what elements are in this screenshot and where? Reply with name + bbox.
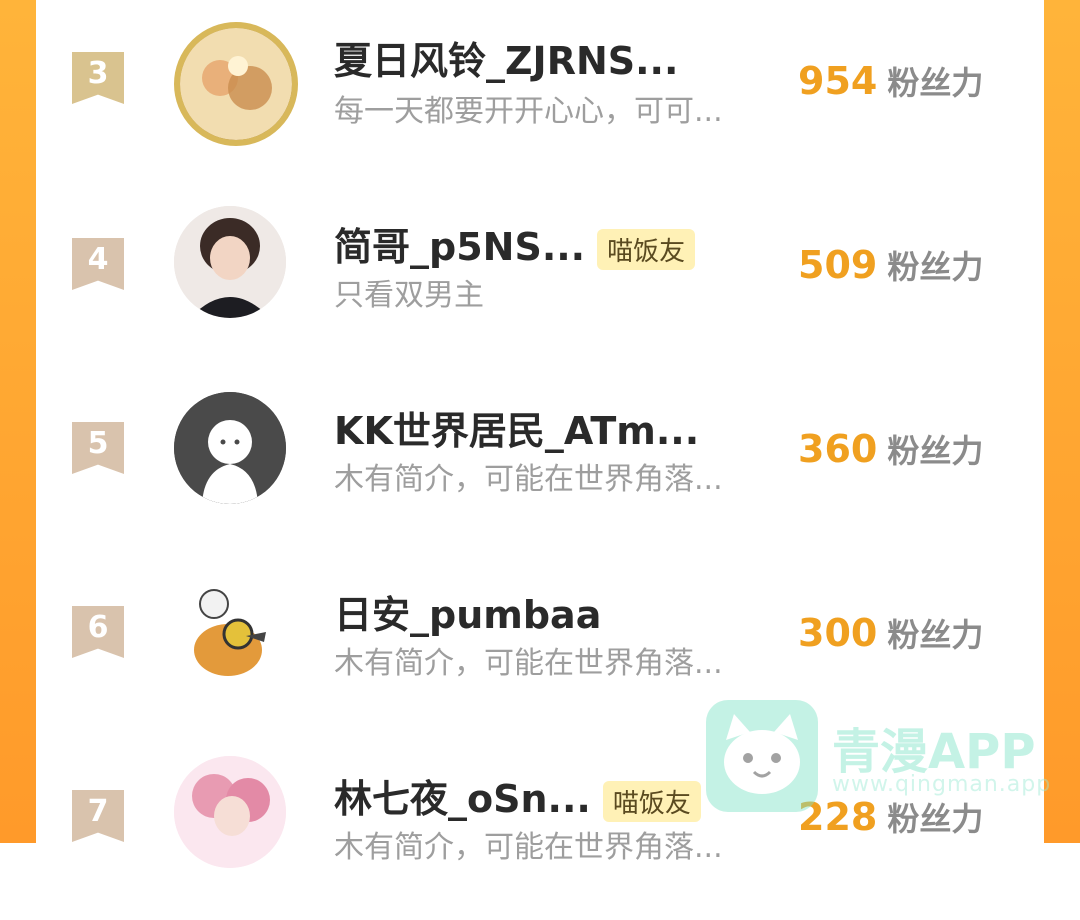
ranking-card: 3 夏日风铃_ZJRNS... 每一天都要开开心心，可可... 954 粉丝力 4 (36, 0, 1050, 868)
avatar[interactable] (174, 392, 286, 504)
ranking-row[interactable]: 3 夏日风铃_ZJRNS... 每一天都要开开心心，可可... 954 粉丝力 (36, 0, 1044, 184)
rank-badge: 6 (72, 606, 124, 658)
fan-power-unit: 粉丝力 (887, 64, 984, 102)
default-avatar-icon (174, 392, 286, 504)
fan-power: 300 粉丝力 (798, 610, 983, 656)
avatar-illustration (180, 28, 292, 140)
avatar-illustration (174, 576, 286, 688)
user-name[interactable]: 林七夜_oSn... 喵饭友 (334, 768, 701, 823)
fan-power: 360 粉丝力 (798, 426, 983, 472)
watermark: 青漫APP www.qingman.app (706, 700, 1076, 812)
fan-power-value: 954 (798, 59, 878, 103)
fan-power-value: 360 (798, 427, 878, 471)
ranking-row[interactable]: 5 KK世界居民_ATm... 木有简介，可能在世界角落... 360 粉丝力 (36, 368, 1044, 552)
user-bio: 木有简介，可能在世界角落... (334, 646, 723, 681)
user-tag: 喵饭友 (602, 781, 701, 822)
avatar[interactable] (174, 576, 286, 688)
fan-power-unit: 粉丝力 (887, 248, 984, 286)
rank-badge: 7 (72, 790, 124, 842)
user-name[interactable]: 简哥_p5NS... 喵饭友 (334, 216, 696, 271)
left-orange-border (0, 0, 36, 843)
user-name[interactable]: 夏日风铃_ZJRNS... (334, 30, 678, 85)
fan-power-value: 509 (798, 243, 878, 287)
user-bio: 每一天都要开开心心，可可... (334, 94, 723, 129)
fan-power: 509 粉丝力 (798, 242, 983, 288)
fan-power-value: 300 (798, 611, 878, 655)
avatar-illustration (174, 756, 286, 868)
avatar-illustration (174, 206, 286, 318)
user-name[interactable]: KK世界居民_ATm... (334, 400, 699, 455)
user-bio: 只看双男主 (334, 278, 484, 313)
fan-power-unit: 粉丝力 (887, 616, 984, 654)
user-bio: 木有简介，可能在世界角落... (334, 462, 723, 497)
cat-logo-icon (706, 700, 818, 812)
user-tag: 喵饭友 (597, 229, 696, 270)
user-bio: 木有简介，可能在世界角落... (334, 830, 723, 865)
rank-badge: 5 (72, 422, 124, 474)
avatar[interactable] (174, 22, 298, 146)
rank-badge: 3 (72, 52, 124, 104)
watermark-url: www.qingman.app (832, 772, 1052, 797)
rank-badge: 4 (72, 238, 124, 290)
fan-power-unit: 粉丝力 (887, 432, 984, 470)
avatar[interactable] (174, 206, 286, 318)
fan-power: 954 粉丝力 (798, 58, 983, 104)
ranking-row[interactable]: 4 简哥_p5NS... 喵饭友 只看双男主 509 粉丝力 (36, 184, 1044, 368)
user-name[interactable]: 日安_pumbaa (334, 584, 601, 639)
avatar[interactable] (174, 756, 286, 868)
